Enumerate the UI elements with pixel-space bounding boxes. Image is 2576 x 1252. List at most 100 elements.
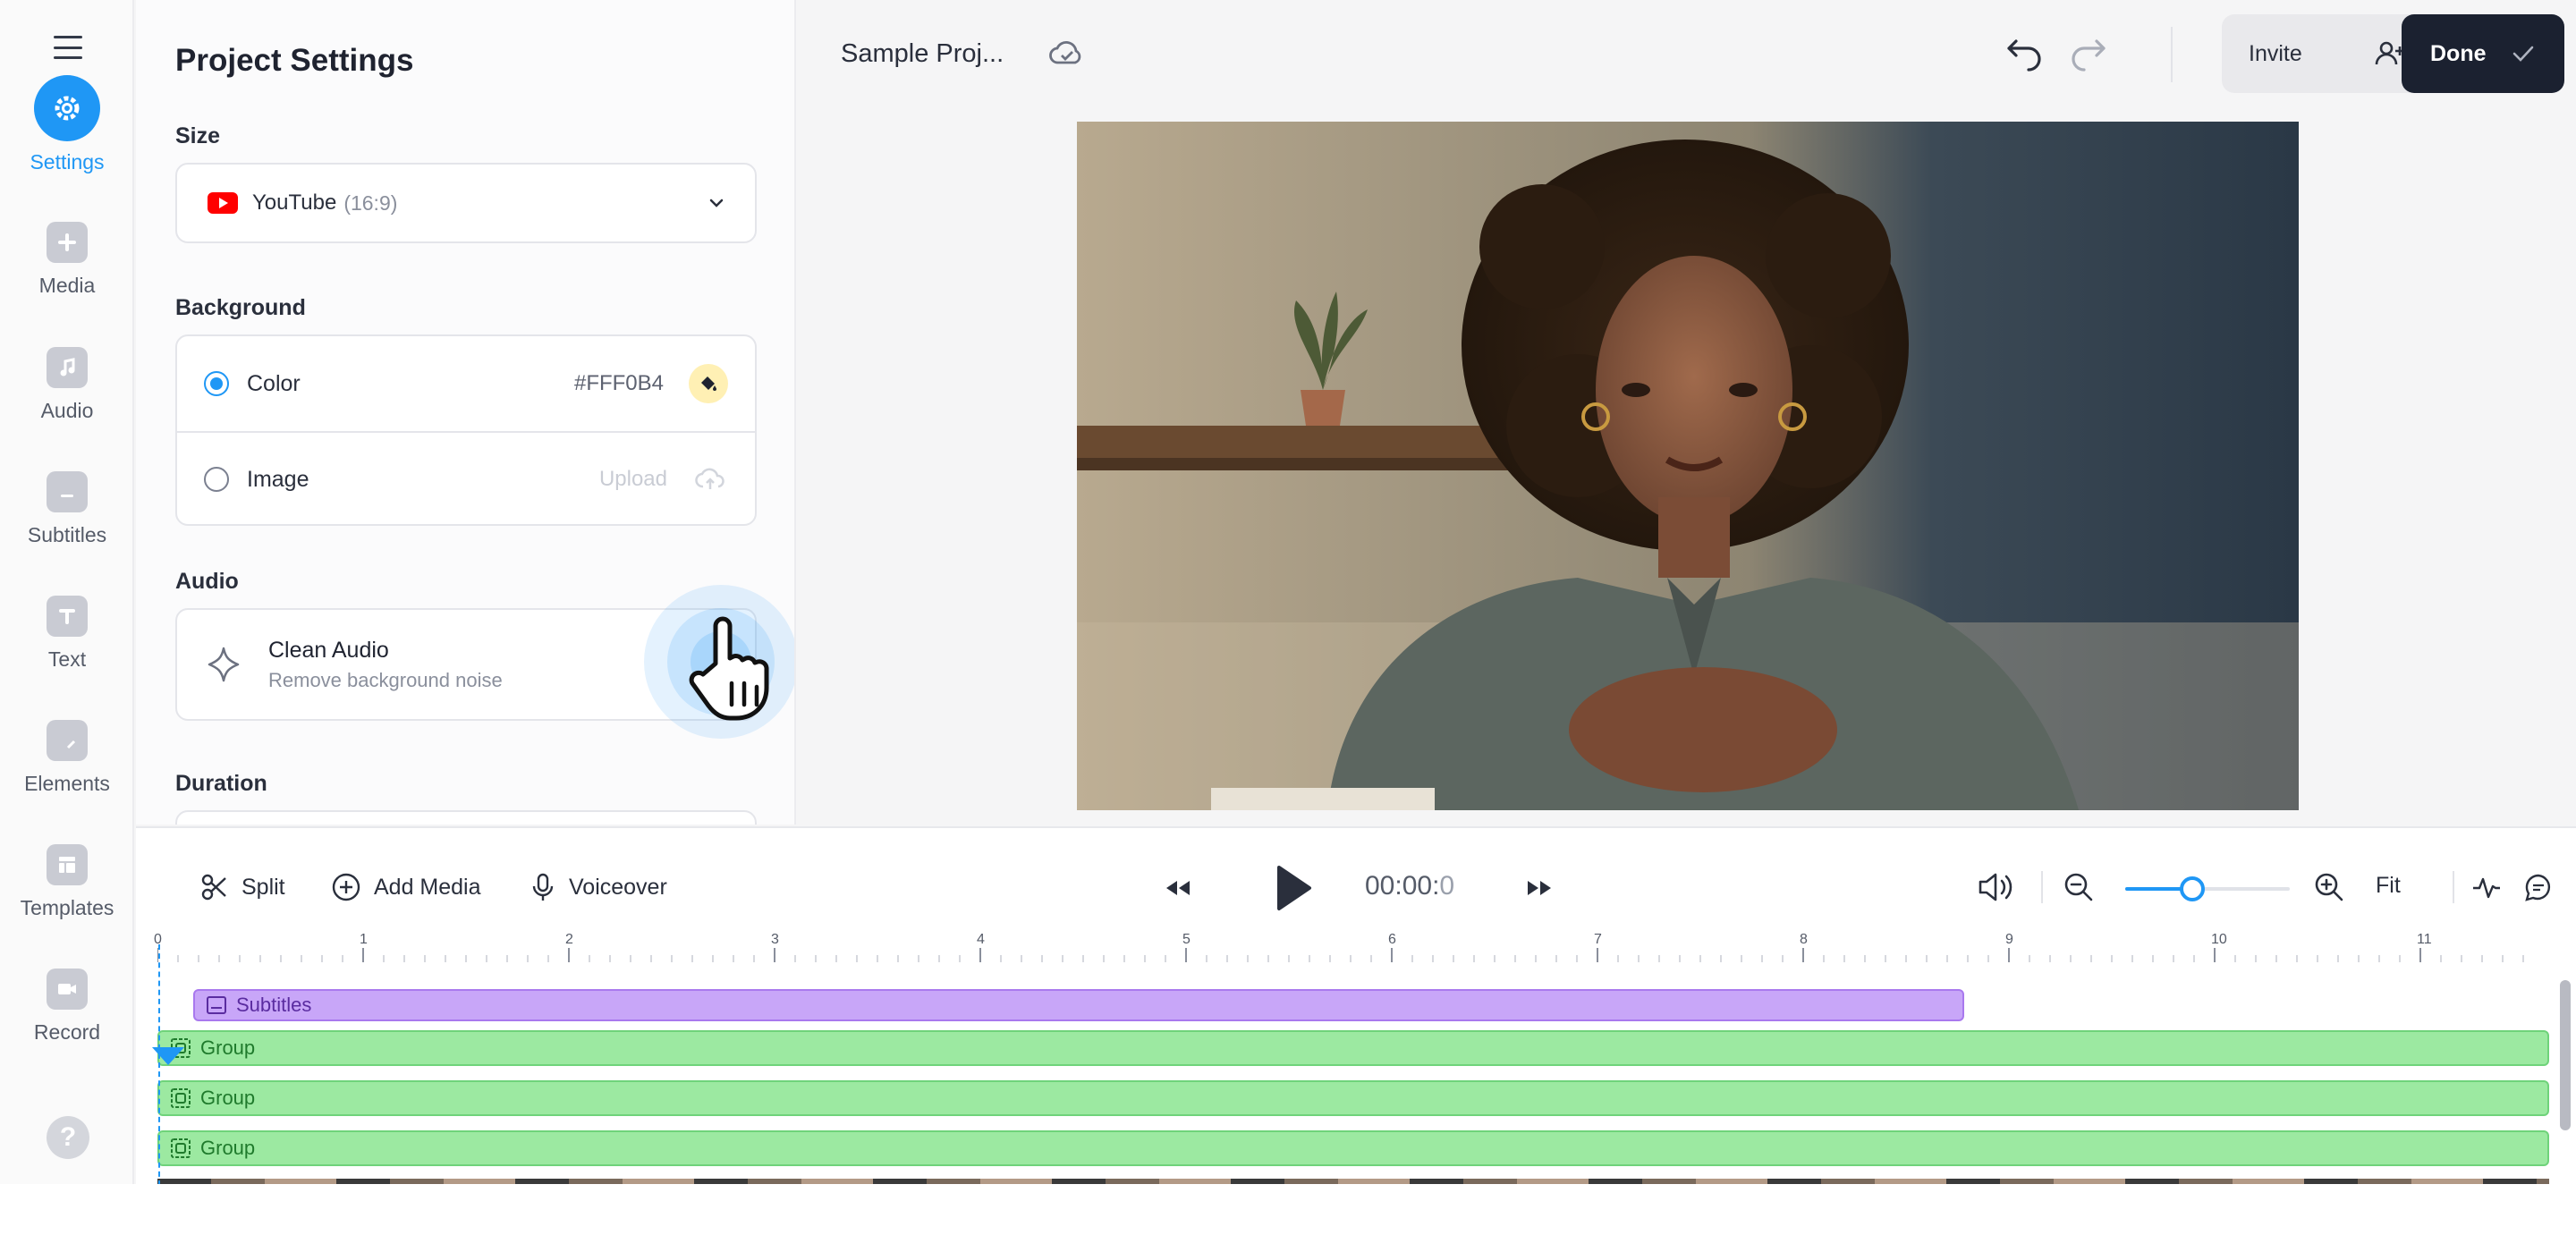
ruler-tick-label: 3 [771, 932, 779, 947]
ruler-tick-label: 9 [2005, 932, 2013, 947]
volume-button[interactable] [1977, 869, 2016, 905]
time-main: 00:00: [1365, 871, 1440, 901]
background-image-row[interactable]: Image Upload [177, 431, 755, 526]
rail-label: Text [47, 647, 87, 671]
subtitles-track[interactable]: Subtitles [193, 989, 1964, 1021]
paint-bucket-icon[interactable] [689, 364, 728, 403]
rail-item-templates[interactable]: Templates [0, 844, 134, 952]
zoom-out-button[interactable] [2063, 871, 2095, 903]
project-name[interactable]: Sample Proj... [841, 39, 1004, 69]
group-track[interactable]: Group [157, 1080, 2549, 1116]
text-icon [47, 596, 88, 637]
top-bar: Sample Proj... Invite Done [798, 0, 2576, 109]
group-track[interactable]: Group [157, 1130, 2549, 1166]
rail-item-text[interactable]: Text [0, 596, 134, 703]
ruler-tick-label: 1 [360, 932, 368, 947]
split-button[interactable]: Split [200, 869, 285, 905]
track-label: Group [200, 1137, 256, 1159]
help-icon[interactable]: ? [47, 1116, 89, 1159]
ruler-ticks [157, 948, 2524, 962]
rail-label: Media [38, 274, 96, 297]
comments-button[interactable] [2521, 871, 2556, 903]
voiceover-button[interactable]: Voiceover [530, 869, 667, 905]
microphone-icon [532, 873, 554, 901]
zoom-slider-handle[interactable] [2179, 876, 2205, 901]
cloud-upload-icon[interactable] [692, 461, 728, 497]
skip-back-button[interactable] [1161, 875, 1195, 901]
rail-item-record[interactable]: Record [0, 969, 134, 1076]
left-rail: Settings Media Audio Subtitles Text Elem… [0, 0, 134, 1184]
time-ms: 0 [1439, 871, 1455, 901]
redo-icon[interactable] [2066, 36, 2109, 73]
zoom-out-icon [2064, 873, 2093, 901]
divider [2453, 871, 2454, 903]
rail-label: Audio [40, 399, 94, 422]
video-frame-image [1077, 122, 2299, 810]
zoom-slider[interactable] [2125, 876, 2290, 901]
background-color-row[interactable]: Color #FFF0B4 [177, 336, 755, 431]
background-card: Color #FFF0B4 Image Upload [175, 334, 757, 526]
image-option-label: Image [247, 466, 309, 492]
plus-icon [47, 222, 88, 263]
hamburger-menu-icon[interactable] [52, 32, 84, 63]
video-preview[interactable] [1077, 122, 2299, 810]
zoom-in-button[interactable] [2313, 871, 2345, 903]
waveform-button[interactable] [2469, 871, 2504, 903]
add-media-label: Add Media [374, 874, 481, 900]
track-label: Subtitles [236, 994, 312, 1016]
timeline-scrollbar[interactable] [2560, 980, 2571, 1130]
youtube-icon [208, 192, 238, 214]
rail-item-settings[interactable]: Settings [0, 75, 134, 193]
color-option-label: Color [247, 370, 301, 396]
video-editor-app: Settings Media Audio Subtitles Text Elem… [0, 0, 2576, 1184]
clean-audio-button[interactable]: Clean Audio Remove background noise [175, 608, 757, 721]
rewind-icon [1166, 881, 1190, 895]
ruler-tick-label: 8 [1800, 932, 1808, 947]
group-track[interactable]: Group [157, 1030, 2549, 1066]
waveform-icon [2473, 877, 2500, 899]
gear-icon [34, 75, 100, 141]
size-dropdown[interactable]: YouTube (16:9) [175, 163, 757, 243]
audio-section-label: Audio [175, 569, 239, 594]
color-radio[interactable] [204, 371, 229, 396]
play-button[interactable] [1272, 862, 1315, 914]
size-section-label: Size [175, 123, 221, 148]
ruler-tick-label: 4 [977, 932, 985, 947]
video-filmstrip-track[interactable] [157, 1179, 2549, 1184]
invite-label: Invite [2249, 40, 2302, 66]
group-icon [171, 1038, 191, 1058]
group-icon [171, 1138, 191, 1158]
sparkle-icon [208, 647, 240, 682]
camera-icon [47, 969, 88, 1010]
sticker-icon [47, 720, 88, 761]
skip-forward-button[interactable] [1522, 875, 1556, 901]
cloud-saved-icon [1049, 40, 1081, 64]
rail-item-elements[interactable]: Elements [0, 720, 134, 827]
group-icon [171, 1088, 191, 1108]
timeline-ruler[interactable]: 0 1 2 3 4 5 6 7 8 9 10 11 [154, 928, 2555, 964]
ruler-tick-label: 11 [2417, 932, 2432, 947]
plus-circle-icon [332, 873, 360, 901]
rail-item-audio[interactable]: Audio [0, 347, 134, 454]
panel-title: Project Settings [175, 43, 414, 78]
ruler-tick-label: 6 [1388, 932, 1396, 947]
size-value: YouTube [252, 190, 337, 215]
duration-section-label: Duration [175, 771, 267, 796]
image-radio[interactable] [204, 467, 229, 492]
check-icon [2512, 46, 2534, 62]
undo-icon[interactable] [2004, 36, 2046, 73]
add-media-button[interactable]: Add Media [331, 869, 481, 905]
done-button[interactable]: Done [2402, 14, 2564, 93]
project-settings-panel: Project Settings Size YouTube (16:9) Bac… [136, 0, 796, 825]
clean-audio-subtitle: Remove background noise [268, 668, 503, 691]
duration-card[interactable] [175, 810, 757, 825]
ruler-tick-label: 10 [2211, 932, 2227, 947]
zoom-in-icon [2315, 873, 2343, 901]
rail-item-media[interactable]: Media [0, 222, 134, 329]
rail-item-subtitles[interactable]: Subtitles [0, 471, 134, 579]
rail-label: Settings [30, 150, 105, 173]
fit-button[interactable]: Fit [2376, 873, 2401, 899]
upload-button[interactable]: Upload [599, 467, 667, 492]
timeline-panel: Split Add Media Voiceover 00:00:0 Fit 0 … [136, 826, 2576, 1184]
done-label: Done [2430, 40, 2487, 66]
